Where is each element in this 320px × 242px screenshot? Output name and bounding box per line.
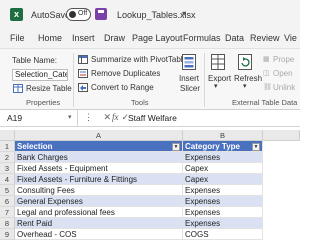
tab-insert[interactable]: Insert	[72, 33, 95, 43]
properties-icon: ▦	[263, 56, 270, 63]
select-all-corner[interactable]	[0, 130, 15, 141]
ribbon-tabs: File Home Insert Draw Page Layout Formul…	[0, 30, 300, 48]
resize-table-label: Resize Table	[26, 84, 72, 93]
table-cell[interactable]: Capex	[183, 174, 263, 185]
external-table-data-group-label: External Table Data	[232, 98, 298, 107]
resize-table-icon	[13, 84, 23, 93]
unlink-icon: ⛓	[263, 84, 272, 91]
table-cell[interactable]: Bank Charges	[15, 152, 183, 163]
pivottable-icon	[78, 55, 88, 64]
chevron-down-icon: ▾	[214, 83, 218, 90]
column-header-b[interactable]: B	[183, 130, 263, 141]
save-icon[interactable]	[95, 8, 107, 20]
row-header[interactable]: 6	[0, 196, 15, 207]
table-cell[interactable]: Consulting Fees	[15, 185, 183, 196]
row-header[interactable]: 8	[0, 218, 15, 229]
tab-review[interactable]: Review	[250, 33, 280, 43]
external-properties-label: Prope	[273, 55, 295, 64]
properties-group-label: Properties	[26, 98, 61, 107]
formula-bar-icons[interactable]: ⋮ ✕ ✓	[84, 112, 133, 123]
tab-home[interactable]: Home	[38, 33, 62, 43]
excel-app-icon: x	[10, 8, 23, 21]
row-header[interactable]: 7	[0, 207, 15, 218]
group-separator	[73, 53, 74, 107]
refresh-label: Refresh	[234, 74, 263, 83]
table-cell[interactable]: Expenses	[183, 196, 263, 207]
formula-input[interactable]: Staff Welfare	[128, 113, 177, 123]
tab-view[interactable]: Vie	[284, 33, 297, 43]
open-icon: ◫	[263, 70, 270, 77]
autosave-state: Off	[78, 10, 88, 17]
table-cell[interactable]: Overhead - COS	[15, 229, 183, 240]
table-cell[interactable]: Legal and professional fees	[15, 207, 183, 218]
table-cell[interactable]: Capex	[183, 163, 263, 174]
row-header[interactable]: 2	[0, 152, 15, 163]
table-name-label: Table Name:	[12, 56, 57, 65]
name-box[interactable]: A19	[0, 110, 78, 126]
table-cell[interactable]: Expenses	[183, 218, 263, 229]
chevron-down-icon: ▾	[243, 83, 247, 90]
group-separator	[204, 53, 205, 107]
filter-dropdown-icon[interactable]: ▼	[172, 142, 180, 151]
remove-duplicates-label: Remove Duplicates	[91, 69, 161, 78]
table-name-input[interactable]: Selection_Catego	[12, 69, 68, 81]
filter-dropdown-icon[interactable]: ▼	[252, 142, 260, 151]
column-header-c[interactable]	[263, 130, 300, 141]
table-cell[interactable]: General Expenses	[15, 196, 183, 207]
table-cell[interactable]: Fixed Assets - Equipment	[15, 163, 183, 174]
tools-group-label: Tools	[131, 98, 149, 107]
row-header[interactable]: 5	[0, 185, 15, 196]
chevron-down-icon[interactable]: ▾	[68, 113, 72, 121]
title-bar: x AutoSave Off Lookup_Tables.xlsx ▾	[0, 0, 300, 30]
chevron-down-icon[interactable]: ▾	[182, 9, 186, 18]
fx-icon[interactable]: fx	[112, 112, 119, 122]
spreadsheet-grid[interactable]: A B 1 Selection ▼ Category Type ▼ 2 Bank…	[0, 127, 300, 242]
insert-slicer-line2: Slicer	[180, 84, 201, 93]
row-header[interactable]: 4	[0, 174, 15, 185]
unlink-label: Unlink	[273, 83, 296, 92]
column-header-a[interactable]: A	[15, 130, 183, 141]
tab-file[interactable]: File	[10, 33, 25, 43]
formula-bar: A19 ▾ ⋮ ✕ ✓ fx Staff Welfare	[0, 110, 300, 127]
table-header-cell[interactable]: Selection	[15, 141, 183, 152]
table-cell[interactable]: Fixed Assets - Furniture & Fittings	[15, 174, 183, 185]
table-cell[interactable]: Expenses	[183, 152, 263, 163]
tab-data[interactable]: Data	[225, 33, 244, 43]
autosave-toggle[interactable]: Off	[66, 8, 91, 21]
row-header[interactable]: 1	[0, 141, 15, 152]
row-header[interactable]: 9	[0, 229, 15, 240]
row-header[interactable]: 3	[0, 163, 15, 174]
convert-to-range-icon	[78, 83, 88, 92]
refresh-icon	[238, 54, 252, 70]
convert-to-range-label: Convert to Range	[91, 83, 154, 92]
toggle-knob	[69, 11, 76, 18]
table-cell[interactable]: COGS	[183, 229, 263, 240]
tab-page-layout[interactable]: Page Layout	[132, 33, 183, 43]
table-cell[interactable]: Expenses	[183, 185, 263, 196]
tab-draw[interactable]: Draw	[104, 33, 125, 43]
tab-formulas[interactable]: Formulas	[183, 33, 221, 43]
slicer-icon	[182, 54, 196, 70]
table-cell[interactable]: Rent Paid	[15, 218, 183, 229]
export-icon	[211, 54, 225, 70]
autosave-label: AutoSave	[31, 10, 71, 20]
table-header-cell[interactable]: Category Type	[183, 141, 263, 152]
summarize-pivottable-label: Summarize with PivotTable	[91, 55, 188, 64]
remove-duplicates-icon	[78, 69, 88, 78]
table-cell[interactable]: Expenses	[183, 207, 263, 218]
open-label: Open	[273, 69, 293, 78]
insert-slicer-line1: Insert	[179, 74, 200, 83]
ribbon: Table Name: Selection_Catego Resize Tabl…	[0, 48, 300, 110]
export-label: Export	[208, 74, 232, 83]
